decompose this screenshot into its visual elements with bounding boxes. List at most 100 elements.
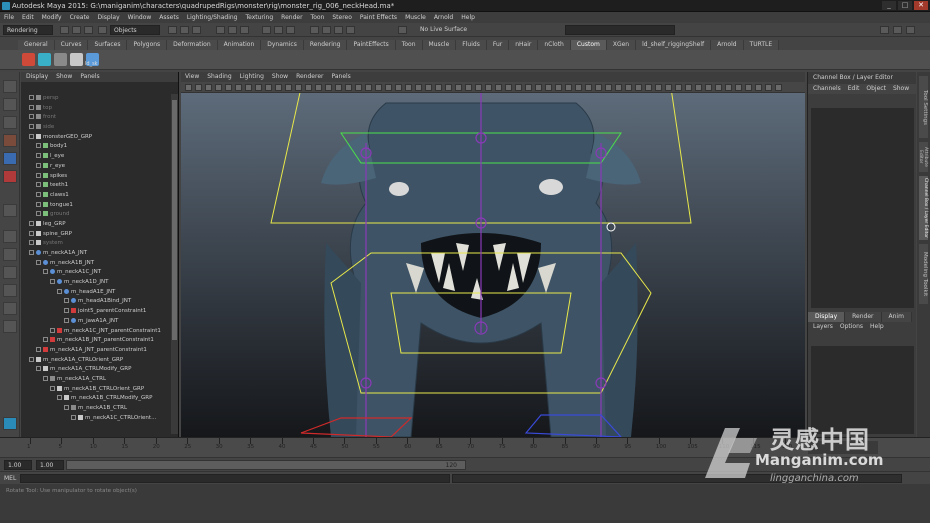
outliner-row[interactable]: spine_GRP [21, 230, 171, 240]
expand-toggle-icon[interactable] [71, 414, 76, 420]
menu-lighting-shading[interactable]: Lighting/Shading [187, 12, 238, 23]
shelf-tab-muscle[interactable]: Muscle [422, 40, 457, 50]
expand-toggle-icon[interactable] [36, 162, 41, 168]
magnet-icon[interactable] [398, 26, 407, 34]
snap-curve-icon[interactable] [180, 26, 189, 34]
expand-toggle-icon[interactable] [43, 375, 48, 381]
outliner-row[interactable]: m_neckA1B_CTRLOrient_GRP [21, 385, 171, 395]
viewport-tool-icon[interactable] [335, 84, 342, 91]
outliner-row[interactable]: r_eye [21, 162, 171, 172]
layout-custom-icon[interactable] [3, 320, 17, 333]
viewport-tool-icon[interactable] [465, 84, 472, 91]
outliner-row[interactable]: m_headA1E_JNT [21, 288, 171, 298]
viewport-tool-icon[interactable] [755, 84, 762, 91]
viewport-tool-icon[interactable] [495, 84, 502, 91]
viewport-tool-icon[interactable] [285, 84, 292, 91]
viewport-tool-icon[interactable] [595, 84, 602, 91]
maximize-button[interactable]: □ [898, 1, 912, 10]
outliner-row[interactable]: m_neckA1A_CTRL [21, 375, 171, 385]
viewport-tool-icon[interactable] [675, 84, 682, 91]
menu-help[interactable]: Help [461, 12, 475, 23]
expand-toggle-icon[interactable] [29, 114, 34, 120]
expand-toggle-icon[interactable] [64, 317, 69, 323]
menu-set-dropdown[interactable]: Rendering [3, 25, 53, 35]
channel-box-menu-show[interactable]: Show [893, 84, 909, 94]
viewport-tool-icon[interactable] [745, 84, 752, 91]
shelf-tab-custom[interactable]: Custom [570, 40, 607, 50]
rotate-tool-icon[interactable] [3, 152, 17, 165]
outliner-row[interactable]: m_neckA1D_JNT [21, 278, 171, 288]
viewport-menu-renderer[interactable]: Renderer [296, 72, 323, 82]
menu-render[interactable]: Render [281, 12, 302, 23]
viewport-tool-icon[interactable] [475, 84, 482, 91]
viewport-tool-icon[interactable] [185, 84, 192, 91]
side-tab-channel-box[interactable]: Channel Box / Layer Editor [919, 176, 928, 240]
outliner-row[interactable]: side [21, 123, 171, 133]
expand-toggle-icon[interactable] [64, 298, 69, 304]
channel-box-menu-object[interactable]: Object [866, 84, 886, 94]
select-component-icon[interactable] [286, 26, 295, 34]
viewport-tool-icon[interactable] [345, 84, 352, 91]
viewport-tool-icon[interactable] [665, 84, 672, 91]
menu-assets[interactable]: Assets [159, 12, 179, 23]
viewport-tool-icon[interactable] [625, 84, 632, 91]
expand-toggle-icon[interactable] [43, 337, 48, 343]
select-tool-icon[interactable] [3, 80, 17, 93]
menu-window[interactable]: Window [128, 12, 152, 23]
shelf-tab-arnold[interactable]: Arnold [711, 40, 744, 50]
viewport-tool-icon[interactable] [685, 84, 692, 91]
menu-modify[interactable]: Modify [42, 12, 62, 23]
viewport-tool-icon[interactable] [645, 84, 652, 91]
selection-mask-field[interactable]: Objects [110, 25, 160, 35]
expand-toggle-icon[interactable] [29, 133, 34, 139]
render-settings-icon[interactable] [334, 26, 343, 34]
viewport-tool-icon[interactable] [415, 84, 422, 91]
close-button[interactable]: ✕ [914, 1, 928, 10]
viewport-tool-icon[interactable] [235, 84, 242, 91]
show-hide-attribute-editor-icon[interactable] [893, 26, 902, 34]
layer-menu-layers[interactable]: Layers [813, 322, 833, 332]
viewport-tool-icon[interactable] [325, 84, 332, 91]
viewport-tool-icon[interactable] [295, 84, 302, 91]
menu-display[interactable]: Display [98, 12, 120, 23]
layout-persp-outliner-icon[interactable] [3, 266, 17, 279]
viewport-tool-icon[interactable] [305, 84, 312, 91]
expand-toggle-icon[interactable] [50, 279, 55, 285]
viewport-tool-icon[interactable] [425, 84, 432, 91]
viewport-tool-icon[interactable] [245, 84, 252, 91]
shelf-tab-surfaces[interactable]: Surfaces [88, 40, 128, 50]
outliner-row[interactable]: m_neckA1B_JNT [21, 259, 171, 269]
side-tab-tool-settings[interactable]: Tool Settings [919, 76, 928, 138]
viewport-tool-icon[interactable] [195, 84, 202, 91]
viewport-tool-icon[interactable] [445, 84, 452, 91]
open-scene-icon[interactable] [72, 26, 81, 34]
viewport-tool-icon[interactable] [695, 84, 702, 91]
command-language-label[interactable]: MEL [4, 474, 16, 483]
outliner-scrollbar[interactable] [171, 94, 178, 434]
expand-toggle-icon[interactable] [50, 385, 55, 391]
viewport-tool-icon[interactable] [525, 84, 532, 91]
expand-toggle-icon[interactable] [57, 288, 62, 294]
shelf-tab-turtle[interactable]: TURTLE [743, 40, 780, 50]
joint-tool-icon[interactable] [22, 53, 35, 66]
expand-toggle-icon[interactable] [36, 211, 41, 217]
viewport-menu-panels[interactable]: Panels [331, 72, 350, 82]
outliner-row[interactable]: l_eye [21, 152, 171, 162]
shelf-tab-xgen[interactable]: XGen [606, 40, 637, 50]
viewport-tool-icon[interactable] [435, 84, 442, 91]
viewport-tool-icon[interactable] [395, 84, 402, 91]
outliner-row[interactable]: m_neckA1B_CTRLModify_GRP [21, 394, 171, 404]
layout-single-icon[interactable] [3, 230, 17, 243]
layout-persp-graph-icon[interactable] [3, 284, 17, 297]
input-ops-icon[interactable] [228, 26, 237, 34]
viewport-tool-icon[interactable] [275, 84, 282, 91]
expand-toggle-icon[interactable] [29, 95, 34, 100]
paint-select-icon[interactable] [3, 116, 17, 129]
expand-toggle-icon[interactable] [29, 250, 34, 255]
outliner-row[interactable]: joint5_parentConstraint1 [21, 307, 171, 317]
viewport-tool-icon[interactable] [635, 84, 642, 91]
viewport-tool-icon[interactable] [775, 84, 782, 91]
shelf-tab-nhair[interactable]: nHair [509, 40, 539, 50]
tab-render[interactable]: Render [845, 312, 882, 322]
channel-box-menu-edit[interactable]: Edit [848, 84, 860, 94]
